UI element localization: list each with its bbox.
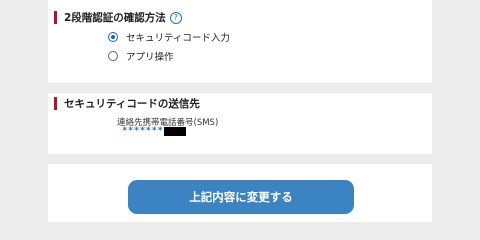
code-delivery-title: セキュリティコードの送信先	[64, 98, 200, 110]
verification-method-title: 2段階認証の確認方法	[64, 12, 166, 24]
option-app[interactable]: アプリ操作	[108, 49, 174, 63]
code-delivery-heading: セキュリティコードの送信先	[54, 96, 200, 111]
section-accent-bar	[54, 97, 57, 110]
masked-phone-number: *******	[122, 126, 187, 136]
masked-digits: *******	[122, 126, 164, 136]
radio-security-code[interactable]	[108, 32, 118, 42]
option-app-label: アプリ操作	[126, 52, 174, 63]
option-security-code[interactable]: セキュリティコード入力	[108, 30, 230, 44]
option-security-code-label: セキュリティコード入力	[126, 33, 230, 44]
submit-button[interactable]: 上記内容に変更する	[128, 180, 354, 214]
question-circle-icon[interactable]: ?	[169, 11, 182, 24]
radio-app[interactable]	[108, 51, 118, 61]
verification-method-heading: 2段階認証の確認方法 ?	[54, 10, 182, 25]
section-accent-bar	[54, 11, 57, 24]
redaction-block	[164, 126, 187, 136]
